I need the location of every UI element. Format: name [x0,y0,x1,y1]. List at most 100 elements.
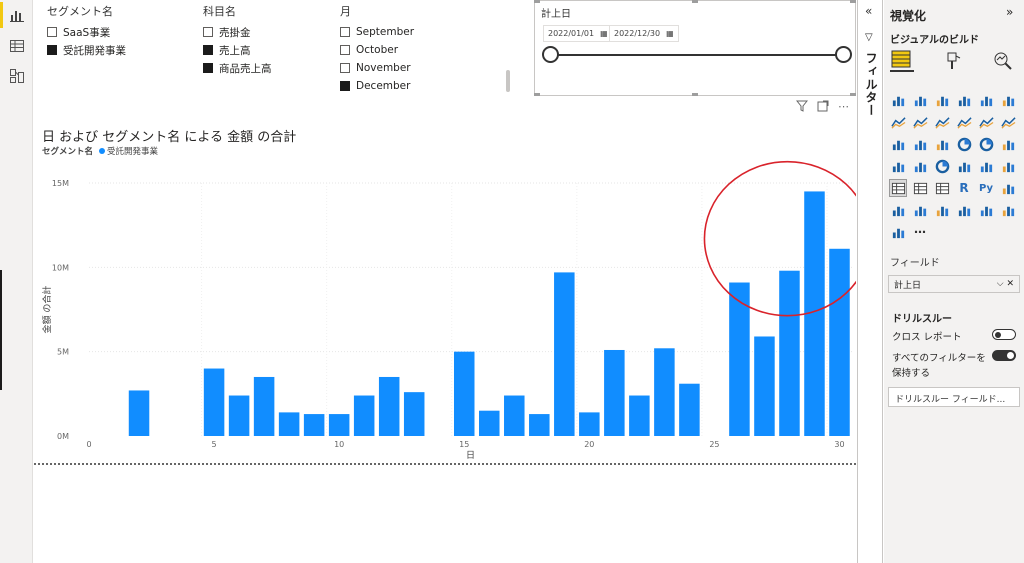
table-view-icon[interactable] [9,38,25,54]
funnel-icon[interactable] [912,136,928,152]
checkbox[interactable] [340,45,350,55]
100-bar-icon[interactable] [978,92,994,108]
checkbox[interactable] [340,63,350,73]
slicer-item[interactable]: 受託開発事業 [47,41,126,59]
drillthrough-field-well[interactable]: ドリルスルー フィールド... [888,387,1020,407]
resize-handle[interactable] [692,0,698,3]
multi-row-card-icon[interactable] [978,158,994,174]
bar[interactable] [504,395,525,436]
slicer-icon[interactable] [889,179,907,197]
waterfall-icon[interactable] [890,136,906,152]
bar[interactable] [679,383,700,436]
slicer-item[interactable]: 商品売上高 [203,59,272,77]
resize-handle[interactable] [692,93,698,96]
bar[interactable] [203,368,225,436]
pie-icon[interactable] [956,136,972,152]
slicer-item[interactable]: 売上高 [203,41,272,59]
legend-item[interactable]: 受託開発事業 [99,145,158,157]
bar[interactable] [579,412,600,436]
bar[interactable] [654,348,675,436]
scatter-icon[interactable] [934,136,950,152]
power-automate-icon[interactable] [890,224,906,240]
resize-handle[interactable] [534,0,540,3]
checkbox[interactable] [203,27,213,37]
checkbox[interactable] [47,45,57,55]
slicer-item[interactable]: September [340,23,414,41]
resize-handle[interactable] [534,93,540,96]
treemap-icon[interactable] [1000,136,1016,152]
bar[interactable] [253,376,275,436]
filter-pane-collapsed[interactable]: « ▽ フィルター [857,0,883,563]
line-clustered-icon[interactable] [978,114,994,130]
report-view-icon[interactable] [9,7,25,23]
field-well[interactable]: 計上日 ⌵ ✕ [888,275,1020,293]
ribbon-chart-icon[interactable] [1000,114,1016,130]
checkbox[interactable] [340,27,350,37]
clustered-column-icon[interactable] [956,92,972,108]
checkbox[interactable] [340,81,350,91]
donut-icon[interactable] [978,136,994,152]
more-visuals-icon[interactable]: ⋯ [912,224,928,240]
matrix-icon[interactable] [934,180,950,196]
end-date-field[interactable]: 2022/12/30 ▦ [609,25,679,42]
line-chart-icon[interactable] [890,114,906,130]
bar[interactable] [453,351,475,436]
bar[interactable] [278,412,300,436]
more-options-icon[interactable]: ⋯ [838,100,849,113]
kpi-icon[interactable] [1000,158,1016,174]
qa-icon[interactable] [912,202,928,218]
table-icon[interactable] [912,180,928,196]
keep-filters-toggle[interactable] [992,350,1016,361]
calendar-icon[interactable]: ▦ [600,29,608,38]
bar[interactable] [303,414,325,436]
bar[interactable] [829,248,850,436]
bar[interactable] [479,410,500,436]
bar[interactable] [128,390,150,436]
slicer-item[interactable]: 売掛金 [203,23,272,41]
slicer-scrollbar[interactable] [506,70,510,92]
gauge-icon[interactable] [934,158,950,174]
slicer-item[interactable]: SaaS事業 [47,23,126,41]
checkbox[interactable] [47,27,57,37]
bar[interactable] [554,272,575,436]
line-column-icon[interactable] [956,114,972,130]
power-apps-icon[interactable] [1000,202,1016,218]
bar[interactable] [228,395,250,436]
build-visual-tab[interactable] [890,48,914,72]
bar[interactable] [328,414,350,436]
bar[interactable] [378,376,400,436]
clustered-bar-icon[interactable] [934,92,950,108]
paginated-report-icon[interactable] [956,202,972,218]
metrics-icon[interactable] [978,202,994,218]
bar[interactable] [629,395,650,436]
model-view-icon[interactable] [9,68,25,84]
stacked-bar-icon[interactable] [890,92,906,108]
analytics-tab[interactable] [992,50,1014,76]
date-slider-end-handle[interactable] [835,46,852,63]
decomposition-tree-icon[interactable] [890,202,906,218]
python-visual-icon[interactable]: Py [978,180,994,196]
resize-handle[interactable] [850,93,856,96]
collapse-chevron-icon[interactable]: » [1006,5,1013,19]
100-column-icon[interactable] [1000,92,1016,108]
slicer-item[interactable]: November [340,59,414,77]
bar[interactable] [754,336,775,436]
bar[interactable] [529,414,550,436]
focus-mode-icon[interactable] [817,100,829,112]
key-influencers-icon[interactable] [1000,180,1016,196]
start-date-field[interactable]: 2022/01/01 ▦ [543,25,613,42]
card-icon[interactable] [956,158,972,174]
checkbox[interactable] [203,63,213,73]
filter-icon[interactable] [796,100,808,112]
checkbox[interactable] [203,45,213,55]
narrative-icon[interactable] [934,202,950,218]
cross-report-toggle[interactable] [992,329,1016,340]
r-visual-icon[interactable]: R [956,180,972,196]
slicer-item[interactable]: December [340,77,414,95]
format-visual-tab[interactable] [942,50,964,76]
stacked-column-icon[interactable] [912,92,928,108]
slicer-item[interactable]: October [340,41,414,59]
bar[interactable] [779,270,800,436]
filled-map-icon[interactable] [912,158,928,174]
resize-handle[interactable] [850,0,856,3]
